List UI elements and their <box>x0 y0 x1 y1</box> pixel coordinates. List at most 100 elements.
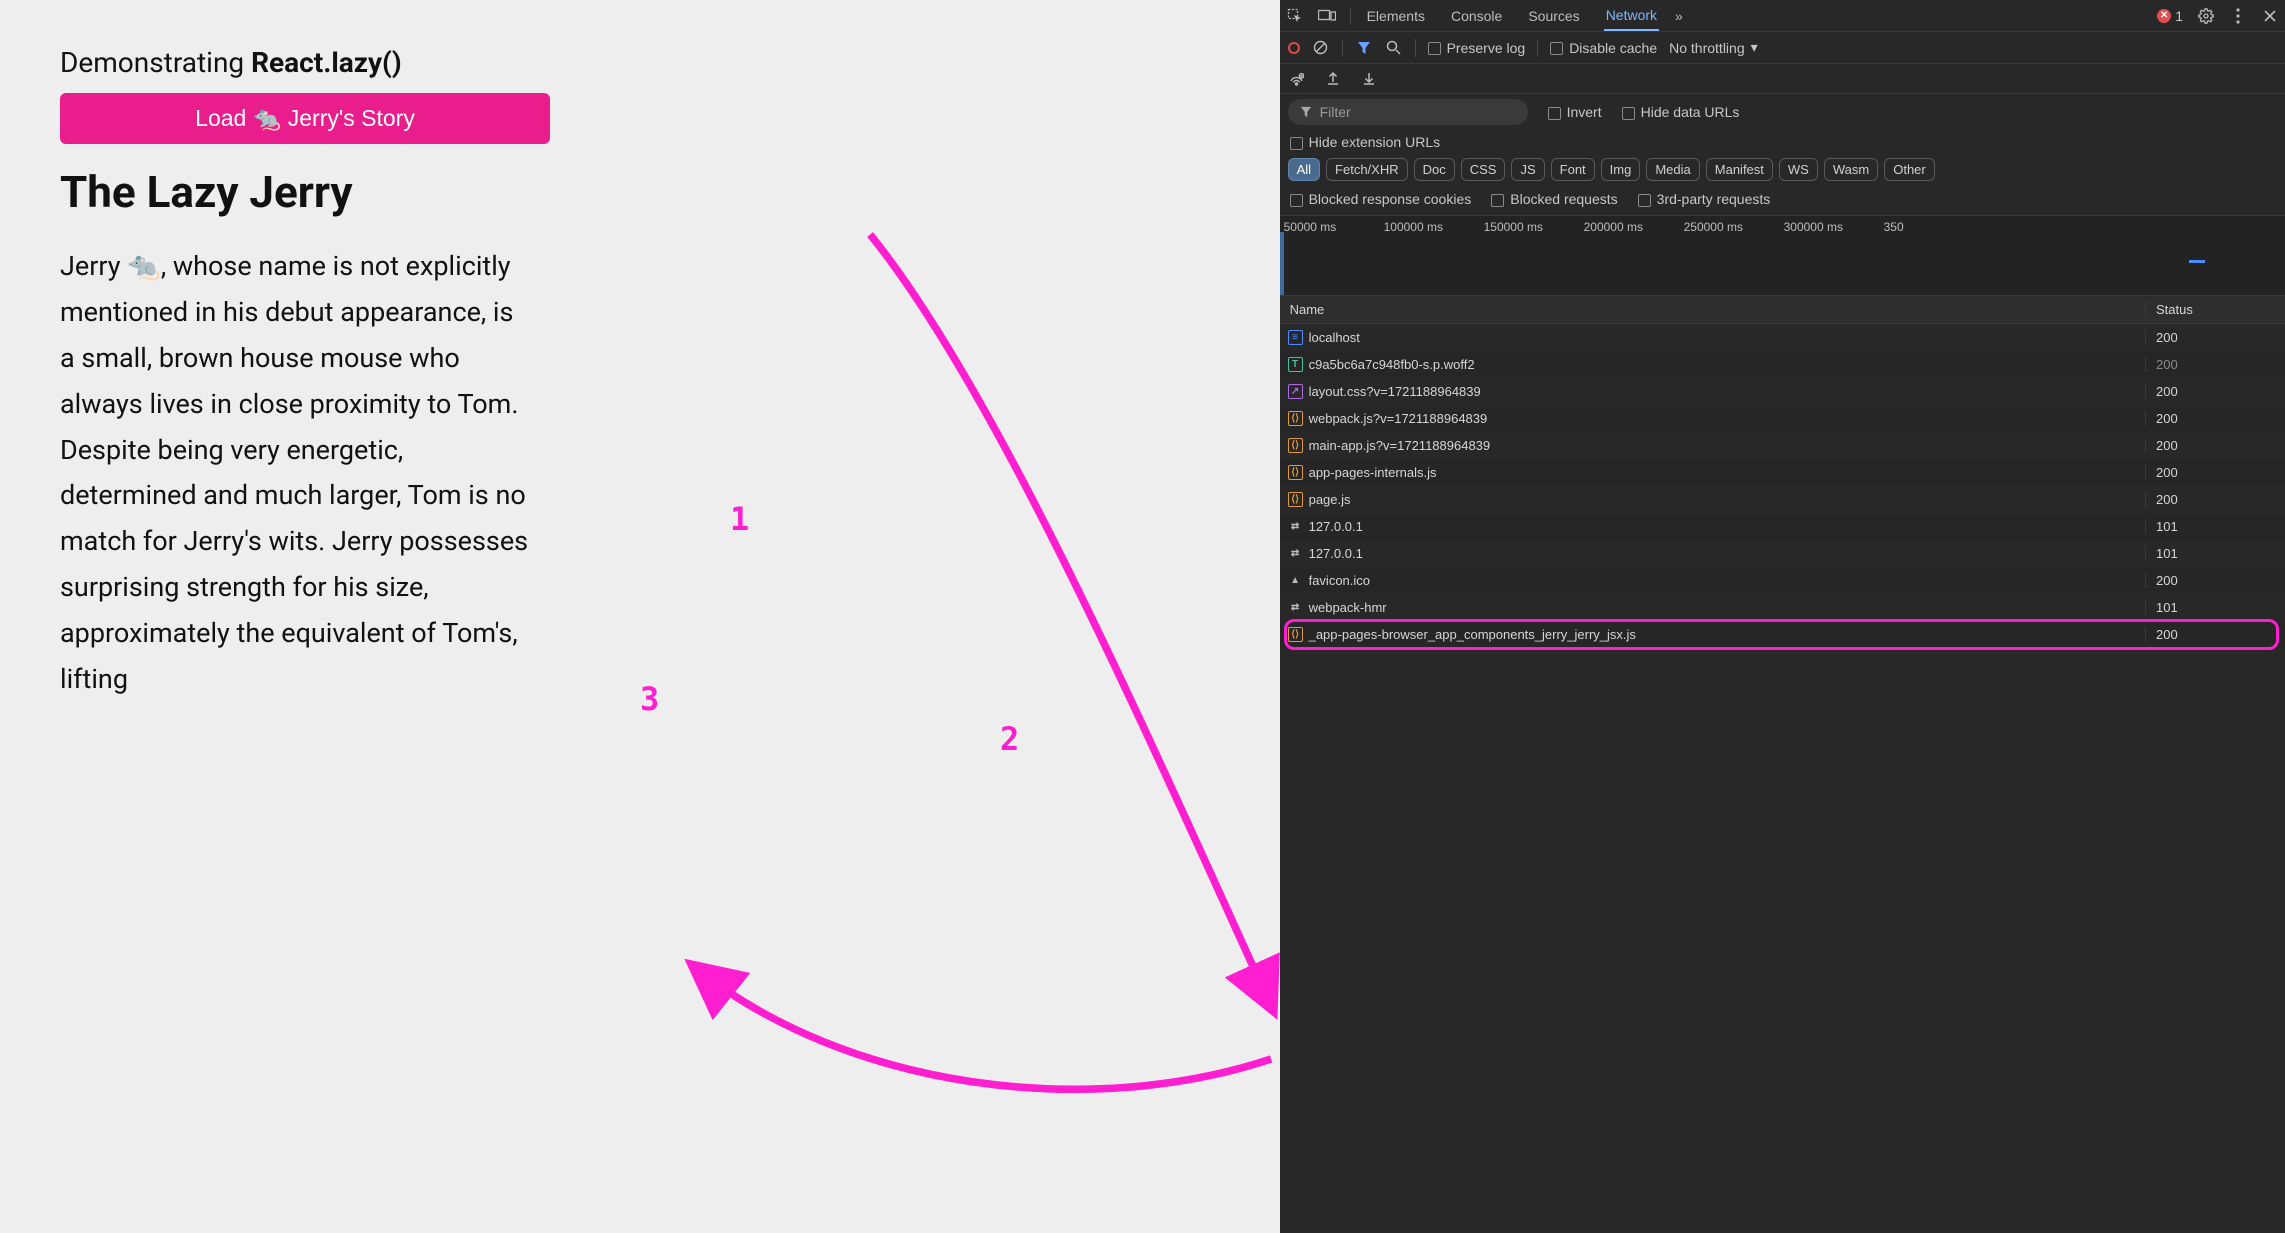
network-row[interactable]: ⟨⟩app-pages-internals.js200 <box>1280 459 2285 486</box>
network-conditions-icon[interactable] <box>1288 70 1306 88</box>
timeline-tick: 250000 ms <box>1682 220 1782 234</box>
inspect-icon[interactable] <box>1286 7 1304 25</box>
tabs-overflow[interactable]: » <box>1673 0 1685 31</box>
story-body: Jerry 🐀, whose name is not explicitly me… <box>60 244 530 703</box>
throttling-select[interactable]: No throttling ▾ <box>1669 39 1758 56</box>
request-name: webpack.js?v=1721188964839 <box>1309 411 1488 426</box>
error-dot-icon: ✕ <box>2157 9 2171 23</box>
clear-icon[interactable] <box>1312 39 1330 57</box>
demo-subtitle: Demonstrating React.lazy() <box>60 46 1220 79</box>
network-row[interactable]: ⇄webpack-hmr101 <box>1280 594 2285 621</box>
request-name: localhost <box>1309 330 1360 345</box>
timeline-tick: 300000 ms <box>1782 220 1882 234</box>
devtools-tab-console[interactable]: Console <box>1449 0 1504 31</box>
devtools-tabs: Elements Console Sources Network <box>1365 0 1659 31</box>
timeline-tick: 50000 ms <box>1282 220 1382 234</box>
request-status: 200 <box>2145 438 2285 453</box>
request-name: 127.0.0.1 <box>1309 519 1363 534</box>
request-name: c9a5bc6a7c948fb0-s.p.woff2 <box>1309 357 1475 372</box>
annotation-number-3: 3 <box>640 680 659 718</box>
request-name: webpack-hmr <box>1309 600 1387 615</box>
separator <box>1342 39 1343 57</box>
request-status: 101 <box>2145 600 2285 615</box>
network-toolbar-2 <box>1280 64 2285 94</box>
resource-type-manifest[interactable]: Manifest <box>1706 158 1773 181</box>
resource-type-all[interactable]: All <box>1288 158 1320 181</box>
network-row[interactable]: ⟨⟩_app-pages-browser_app_components_jerr… <box>1280 621 2285 648</box>
resource-type-js[interactable]: JS <box>1511 158 1544 181</box>
devtools-tab-elements[interactable]: Elements <box>1365 0 1427 31</box>
resource-type-fetch-xhr[interactable]: Fetch/XHR <box>1326 158 1408 181</box>
resource-type-other[interactable]: Other <box>1884 158 1935 181</box>
request-name: favicon.ico <box>1309 573 1370 588</box>
filter-funnel-icon[interactable] <box>1355 39 1373 57</box>
disable-cache-checkbox[interactable]: Disable cache <box>1550 40 1657 56</box>
resource-type-img[interactable]: Img <box>1601 158 1641 181</box>
network-row[interactable]: ⇄127.0.0.1101 <box>1280 513 2285 540</box>
separator <box>1350 7 1351 25</box>
resource-type-wasm[interactable]: Wasm <box>1824 158 1878 181</box>
devtools-tab-sources[interactable]: Sources <box>1526 0 1581 31</box>
blocked-response-cookies-checkbox[interactable]: Blocked response cookies <box>1290 191 1472 207</box>
resource-type-doc[interactable]: Doc <box>1414 158 1455 181</box>
network-row[interactable]: ⇄127.0.0.1101 <box>1280 540 2285 567</box>
invert-checkbox[interactable]: Invert <box>1548 104 1602 120</box>
request-name: layout.css?v=1721188964839 <box>1309 384 1481 399</box>
devtools-tab-network[interactable]: Network <box>1604 0 1659 31</box>
request-status: 200 <box>2145 492 2285 507</box>
filter-input[interactable]: Filter <box>1288 99 1528 125</box>
network-row[interactable]: ⟨⟩page.js200 <box>1280 486 2285 513</box>
filter-row: Filter Invert Hide data URLs <box>1280 94 2285 130</box>
third-party-requests-checkbox[interactable]: 3rd-party requests <box>1638 191 1771 207</box>
record-icon[interactable] <box>1288 42 1300 54</box>
demo-subtitle-prefix: Demonstrating <box>60 46 251 79</box>
resource-type-ws[interactable]: WS <box>1779 158 1818 181</box>
hide-data-urls-checkbox[interactable]: Hide data URLs <box>1622 104 1740 120</box>
timeline-request-mark <box>2189 260 2205 263</box>
separator <box>1537 39 1538 57</box>
search-icon[interactable] <box>1385 39 1403 57</box>
chevron-down-icon: ▾ <box>1751 39 1758 56</box>
resource-type-media[interactable]: Media <box>1646 158 1699 181</box>
network-timeline[interactable]: 50000 ms100000 ms150000 ms200000 ms25000… <box>1280 216 2285 296</box>
timeline-tick: 200000 ms <box>1582 220 1682 234</box>
request-name: 127.0.0.1 <box>1309 546 1363 561</box>
demo-page: Demonstrating React.lazy() Load 🐀 Jerry'… <box>0 0 1280 1233</box>
story-title: The Lazy Jerry <box>60 166 1220 218</box>
column-name-header[interactable]: Name <box>1280 302 2145 317</box>
preserve-log-checkbox[interactable]: Preserve log <box>1428 40 1526 56</box>
request-status: 200 <box>2145 627 2285 642</box>
devtools-panel: Elements Console Sources Network » ✕ 1 <box>1280 0 2285 1233</box>
blocked-row: Blocked response cookies Blocked request… <box>1280 187 2285 216</box>
network-table-body: ≡localhost200Tc9a5bc6a7c948fb0-s.p.woff2… <box>1280 324 2285 648</box>
load-story-button[interactable]: Load 🐀 Jerry's Story <box>60 93 550 144</box>
network-row[interactable]: ⟨⟩main-app.js?v=1721188964839200 <box>1280 432 2285 459</box>
import-har-icon[interactable] <box>1360 70 1378 88</box>
request-status: 200 <box>2145 330 2285 345</box>
resource-type-css[interactable]: CSS <box>1461 158 1506 181</box>
timeline-tick: 350 <box>1882 220 1982 234</box>
column-status-header[interactable]: Status <box>2145 302 2285 317</box>
network-row[interactable]: ⟨⟩webpack.js?v=1721188964839200 <box>1280 405 2285 432</box>
settings-gear-icon[interactable] <box>2197 7 2215 25</box>
filter-placeholder: Filter <box>1320 104 1351 120</box>
export-har-icon[interactable] <box>1324 70 1342 88</box>
blocked-requests-checkbox[interactable]: Blocked requests <box>1491 191 1617 207</box>
funnel-icon <box>1300 106 1312 118</box>
hide-extension-urls-checkbox[interactable]: Hide extension URLs <box>1290 134 1441 150</box>
request-name: main-app.js?v=1721188964839 <box>1309 438 1491 453</box>
network-row[interactable]: ▲favicon.ico200 <box>1280 567 2285 594</box>
network-row[interactable]: ↗layout.css?v=1721188964839200 <box>1280 378 2285 405</box>
device-toolbar-icon[interactable] <box>1318 7 1336 25</box>
timeline-tick: 100000 ms <box>1382 220 1482 234</box>
network-table: Name Status ≡localhost200Tc9a5bc6a7c948f… <box>1280 296 2285 1233</box>
network-row[interactable]: Tc9a5bc6a7c948fb0-s.p.woff2200 <box>1280 351 2285 378</box>
kebab-menu-icon[interactable] <box>2229 7 2247 25</box>
request-status: 200 <box>2145 411 2285 426</box>
network-row[interactable]: ≡localhost200 <box>1280 324 2285 351</box>
annotation-number-1: 1 <box>730 500 749 538</box>
error-badge[interactable]: ✕ 1 <box>2157 8 2183 24</box>
close-devtools-icon[interactable] <box>2261 7 2279 25</box>
resource-type-font[interactable]: Font <box>1551 158 1595 181</box>
request-status: 200 <box>2145 465 2285 480</box>
